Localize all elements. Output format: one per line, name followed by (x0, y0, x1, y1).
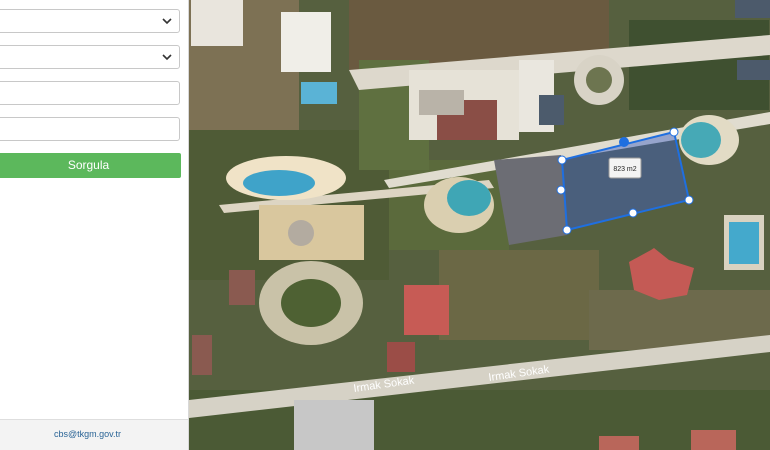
province-select[interactable] (0, 9, 180, 33)
area-label: 823 m2 (613, 166, 636, 173)
district-select[interactable] (0, 45, 180, 69)
block-input-field[interactable] (0, 81, 180, 105)
parcel-input[interactable] (0, 118, 179, 140)
contact-email-link[interactable]: cbs@tkgm.gov.tr (0, 429, 175, 439)
chevron-down-icon (162, 54, 172, 61)
footer: cbs@tkgm.gov.tr (0, 419, 188, 450)
block-input[interactable] (0, 82, 179, 104)
vertex-handle[interactable] (619, 137, 629, 147)
query-panel: Sorgula cbs@tkgm.gov.tr (0, 0, 189, 450)
map-canvas[interactable]: 823 m2 Irmak Sokak Irmak Sokak (189, 0, 770, 450)
query-button[interactable]: Sorgula (0, 153, 181, 178)
chevron-down-icon (162, 18, 172, 25)
satellite-map[interactable]: 823 m2 Irmak Sokak Irmak Sokak (189, 0, 770, 450)
parcel-input-field[interactable] (0, 117, 180, 141)
